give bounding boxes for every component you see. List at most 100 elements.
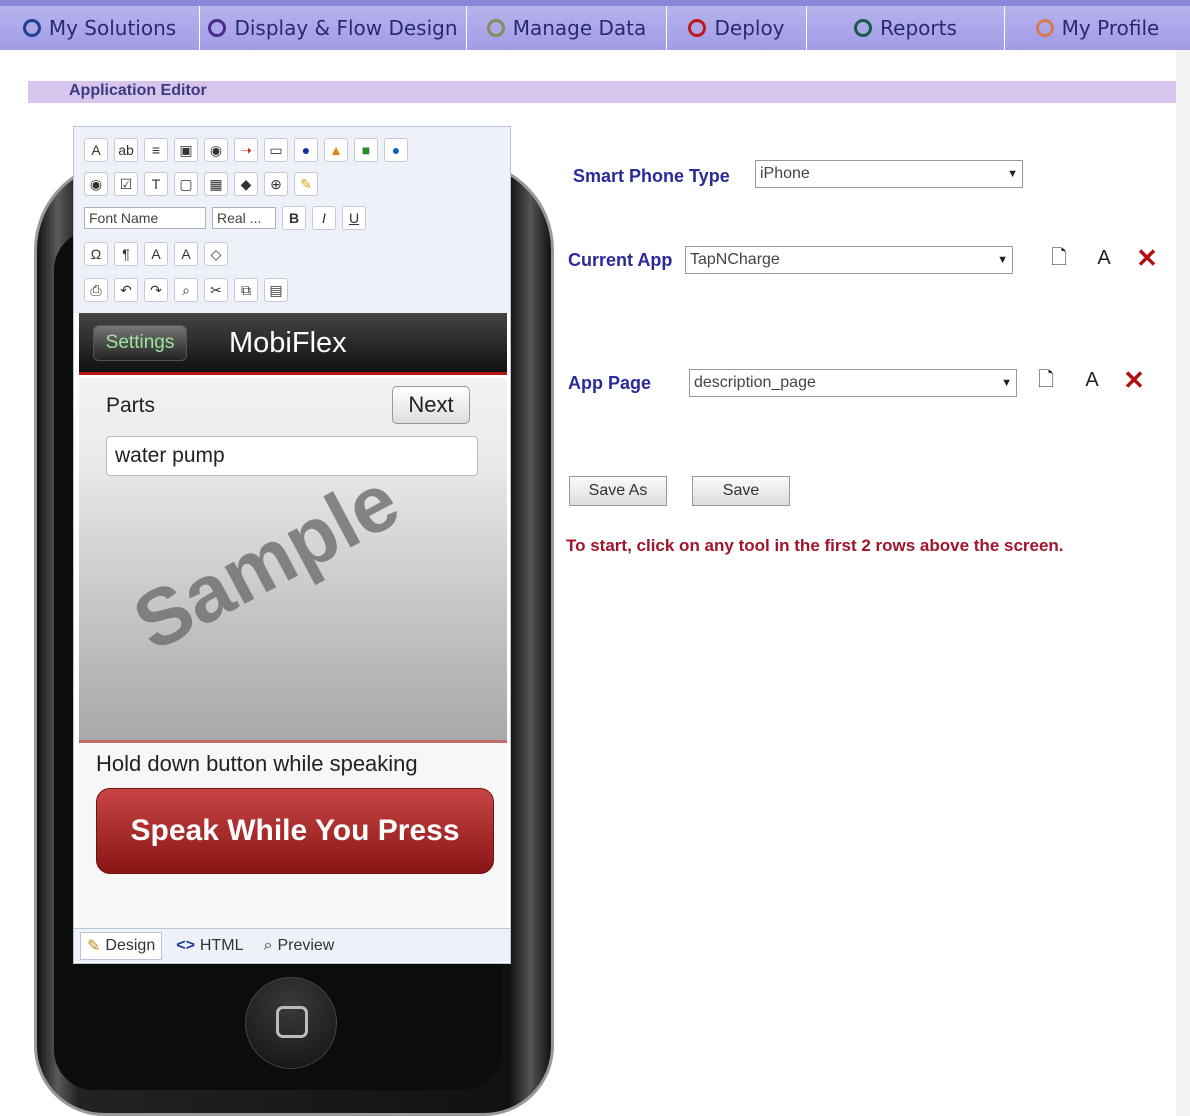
undo-icon[interactable]: ↶ [114, 278, 138, 302]
link-tool-icon[interactable]: ➝ [234, 138, 258, 162]
find-icon[interactable]: ⌕ [174, 278, 198, 302]
tab-display-flow-design[interactable]: Display & Flow Design [200, 6, 467, 50]
underline-icon[interactable]: U [342, 206, 366, 230]
radio-tool-icon[interactable]: ◉ [84, 172, 108, 196]
copy-icon[interactable]: ⧉ [234, 278, 258, 302]
home-button [245, 977, 337, 1069]
speech-tool-icon[interactable]: ● [294, 138, 318, 162]
info-tool-icon[interactable]: ● [384, 138, 408, 162]
current-app-label: Current App [568, 250, 673, 270]
ring-icon [22, 19, 41, 37]
camera-tool-icon[interactable]: ◉ [204, 138, 228, 162]
save-as-button[interactable]: Save As [569, 476, 667, 506]
tab-label: Deploy [714, 16, 785, 40]
list-tool-icon[interactable]: ≡ [144, 138, 168, 162]
toolbar-row-4: Ω ¶ A A ◇ [84, 239, 228, 269]
tab-my-solutions[interactable]: My Solutions [0, 6, 200, 50]
cut-icon[interactable]: ✂ [204, 278, 228, 302]
textbox-tool-icon[interactable]: ab [114, 138, 138, 162]
left-margin [0, 50, 28, 1116]
rename-page-icon[interactable]: A [1078, 366, 1106, 394]
toolbar-row-1: A ab ≡ ▣ ◉ ➝ ▭ ● ▲ ■ ● [84, 135, 408, 165]
tab-manage-data[interactable]: Manage Data [467, 6, 667, 50]
font-name-select[interactable]: Font Name [84, 207, 206, 229]
tab-label: Design [105, 936, 156, 954]
new-app-icon[interactable]: 🗋 [1045, 244, 1073, 272]
rename-app-icon[interactable]: A [1090, 244, 1118, 272]
tab-my-profile[interactable]: My Profile [1005, 6, 1190, 50]
tab-design[interactable]: ✎ Design [80, 931, 163, 960]
tab-preview[interactable]: ⌕ Preview [257, 932, 340, 960]
tab-reports[interactable]: Reports [807, 6, 1005, 50]
button-tool-icon[interactable]: ▢ [174, 172, 198, 196]
font-color-icon[interactable]: A [174, 242, 198, 266]
paste-icon[interactable]: ▤ [264, 278, 288, 302]
delete-page-icon[interactable]: ✕ [1120, 366, 1148, 394]
sample-watermark: Sample [119, 455, 413, 668]
tab-label: Preview [277, 936, 335, 954]
home-square-icon [276, 1006, 308, 1038]
settings-button[interactable]: Settings [93, 325, 187, 361]
phone-type-select[interactable]: iPhone ▼ [755, 160, 1023, 188]
italic-icon[interactable]: I [312, 206, 336, 230]
chevron-down-icon: ▼ [997, 254, 1008, 266]
main-nav: My Solutions Display & Flow Design Manag… [0, 0, 1190, 50]
tab-html[interactable]: <> HTML [170, 932, 249, 960]
app-page-label: App Page [568, 373, 652, 393]
font-icon[interactable]: A [144, 242, 168, 266]
ring-icon [208, 19, 227, 37]
parts-label: Parts [106, 394, 156, 417]
current-app-value: TapNCharge [690, 251, 780, 268]
chevron-down-icon: ▼ [1001, 377, 1012, 389]
right-margin [1176, 50, 1190, 1116]
speak-area: Hold down button while speaking Speak Wh… [79, 740, 507, 928]
picture-tool-icon[interactable]: ■ [354, 138, 378, 162]
bold-icon[interactable]: B [282, 206, 306, 230]
compass-tool-icon[interactable]: ⊕ [264, 172, 288, 196]
ring-icon [1035, 19, 1054, 37]
toolbar-row-5: ⎙ ↶ ↷ ⌕ ✂ ⧉ ▤ [84, 275, 288, 305]
tab-label: Reports [880, 16, 957, 40]
grid-tool-icon[interactable]: ▦ [204, 172, 228, 196]
pencil-icon: ✎ [87, 937, 101, 955]
editor-title: Application Editor [69, 82, 207, 99]
print-icon[interactable]: ⎙ [84, 278, 108, 302]
app-page-select[interactable]: description_page ▼ [689, 369, 1017, 397]
new-page-icon[interactable]: 🗋 [1032, 366, 1060, 394]
pencil-tool-icon[interactable]: ✎ [294, 172, 318, 196]
chevron-down-icon: ▼ [1007, 168, 1018, 180]
image-tool-icon[interactable]: ▣ [174, 138, 198, 162]
ring-icon [486, 19, 505, 37]
tab-label: Display & Flow Design [234, 16, 458, 40]
magnifier-icon: ⌕ [263, 936, 273, 954]
font-size-select[interactable]: Real ... [212, 207, 276, 229]
editor-header: Application Editor [28, 81, 1176, 103]
special-char-icon[interactable]: Ω [84, 242, 108, 266]
tab-deploy[interactable]: Deploy [667, 6, 807, 50]
paragraph-icon[interactable]: ¶ [114, 242, 138, 266]
app-title: MobiFlex [229, 327, 347, 359]
tab-label: HTML [199, 936, 244, 954]
label-tool-icon[interactable]: A [84, 138, 108, 162]
app-content: Parts Next water pump Sample [79, 378, 507, 740]
text-tool-icon[interactable]: T [144, 172, 168, 196]
ring-icon [688, 19, 707, 37]
speak-button[interactable]: Speak While You Press [96, 788, 494, 874]
frame-tool-icon[interactable]: ▭ [264, 138, 288, 162]
parts-input[interactable]: water pump [106, 436, 478, 476]
toolbar-row-3: Font Name Real ... B I U [84, 203, 366, 233]
warning-tool-icon[interactable]: ▲ [324, 138, 348, 162]
next-button[interactable]: Next [392, 386, 470, 424]
delete-app-icon[interactable]: ✕ [1133, 244, 1161, 272]
app-page-value: description_page [694, 374, 816, 391]
hold-instructions: Hold down button while speaking [96, 751, 418, 776]
checkbox-tool-icon[interactable]: ☑ [114, 172, 138, 196]
wysiwyg-editor: A ab ≡ ▣ ◉ ➝ ▭ ● ▲ ■ ● ◉ ☑ T ▢ ▦ ◆ ⊕ ✎ F… [73, 126, 511, 964]
phone-type-value: iPhone [760, 165, 810, 182]
code-icon: <> [176, 936, 195, 954]
save-button[interactable]: Save [692, 476, 790, 506]
current-app-select[interactable]: TapNCharge ▼ [685, 246, 1013, 274]
map-tool-icon[interactable]: ◆ [234, 172, 258, 196]
highlight-icon[interactable]: ◇ [204, 242, 228, 266]
redo-icon[interactable]: ↷ [144, 278, 168, 302]
